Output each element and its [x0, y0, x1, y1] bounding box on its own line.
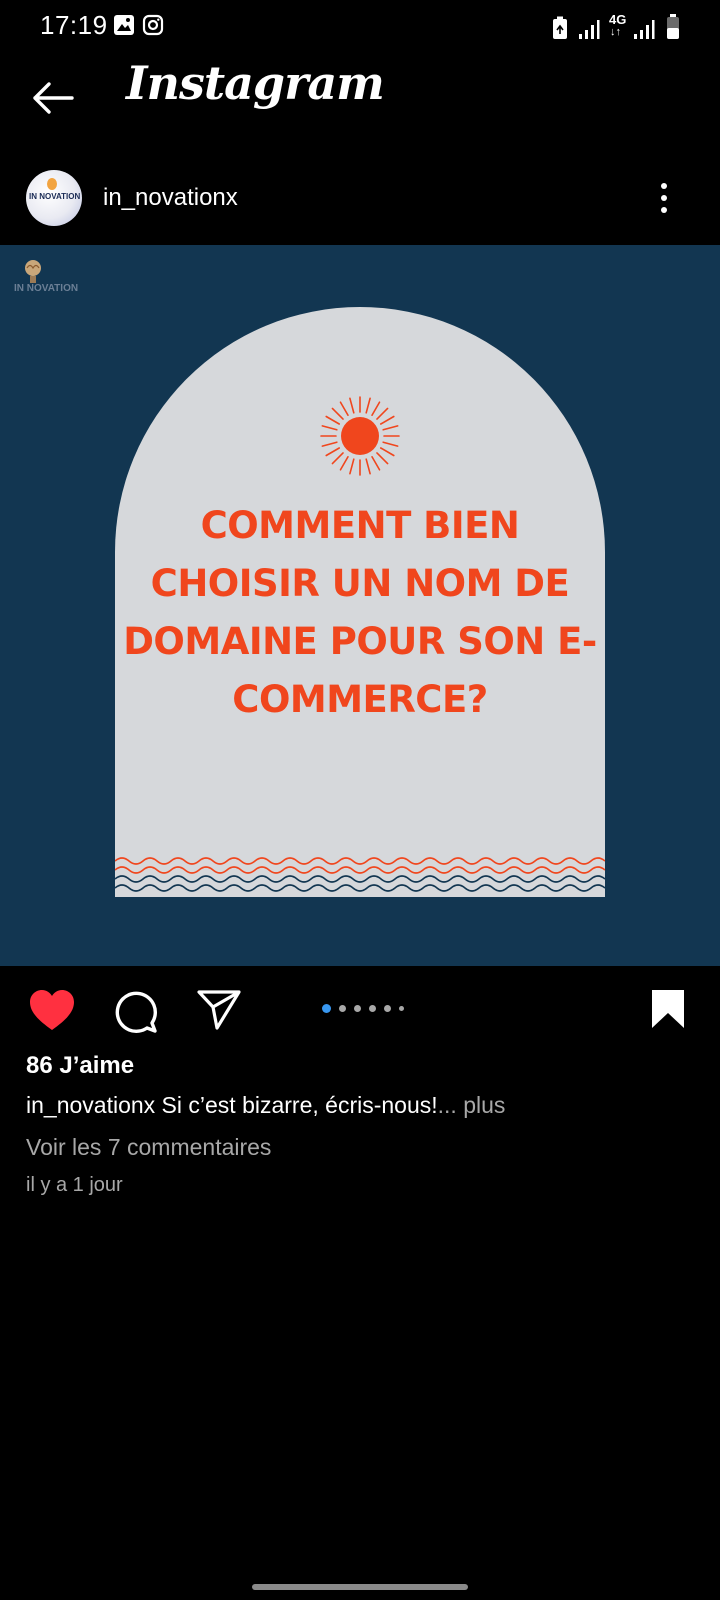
wave-decoration	[115, 857, 605, 892]
carousel-dot	[339, 1005, 346, 1012]
avatar-logo-text: IN NOVATION	[29, 192, 81, 201]
brand-logo-text: IN NOVATION	[14, 283, 79, 294]
carousel-dot	[322, 1004, 331, 1013]
likes-count[interactable]: 86 J’aime	[26, 1052, 134, 1080]
network-type: 4G	[609, 12, 627, 27]
share-icon[interactable]	[196, 988, 242, 1030]
more-dot	[661, 183, 667, 189]
post-timestamp: il y a 1 jour	[26, 1174, 123, 1196]
status-time: 17:19	[40, 10, 108, 40]
battery-icon	[667, 14, 679, 39]
bookmark-icon[interactable]	[650, 988, 686, 1030]
post-headline: COMMENT BIEN CHOISIR UN NOM DE DOMAINE P…	[123, 504, 597, 721]
carousel-dot	[354, 1005, 361, 1012]
lightbulb-icon	[47, 178, 57, 190]
carousel-dot	[384, 1005, 391, 1012]
signal-icon	[579, 20, 600, 39]
carousel-dot	[399, 1006, 404, 1011]
brand-logo: IN NOVATION	[14, 259, 98, 299]
gallery-icon	[114, 15, 134, 35]
action-bar	[0, 966, 720, 1054]
post-header: IN NOVATION in_novationx	[0, 158, 720, 240]
post-username[interactable]: in_novationx	[103, 184, 238, 212]
status-bar: 17:19 4G ↓↑	[0, 0, 720, 52]
status-right-icons: 4G ↓↑	[551, 12, 680, 40]
more-dot	[661, 195, 667, 201]
caption-text: Si c’est bizarre, écris-nous!	[155, 1092, 438, 1118]
post-image[interactable]: IN NOVATION COMMENT BIEN CHOISIR UN NOM …	[0, 245, 720, 966]
carousel-dot	[369, 1005, 376, 1012]
more-options-button[interactable]	[644, 176, 684, 220]
caption: in_novationx Si c’est bizarre, écris-nou…	[26, 1092, 505, 1119]
heart-icon[interactable]	[28, 988, 76, 1032]
avatar[interactable]: IN NOVATION	[26, 170, 82, 226]
more-dot	[661, 207, 667, 213]
caption-more-link[interactable]: ... plus	[438, 1092, 506, 1118]
battery-saver-icon	[553, 16, 567, 39]
caption-username[interactable]: in_novationx	[26, 1092, 155, 1118]
app-title: Instagram	[126, 56, 385, 110]
arrow-left-icon	[33, 82, 74, 114]
sun-icon	[320, 396, 400, 476]
home-indicator[interactable]	[252, 1584, 468, 1590]
view-comments-link[interactable]: Voir les 7 commentaires	[26, 1134, 271, 1161]
carousel-indicator	[322, 1004, 404, 1013]
comment-icon[interactable]	[112, 988, 158, 1034]
arch-card: COMMENT BIEN CHOISIR UN NOM DE DOMAINE P…	[115, 307, 605, 897]
instagram-icon	[142, 14, 164, 36]
app-header: Instagram	[0, 52, 720, 148]
back-button[interactable]	[28, 74, 76, 122]
4g-signal-icon: 4G ↓↑	[609, 12, 657, 40]
